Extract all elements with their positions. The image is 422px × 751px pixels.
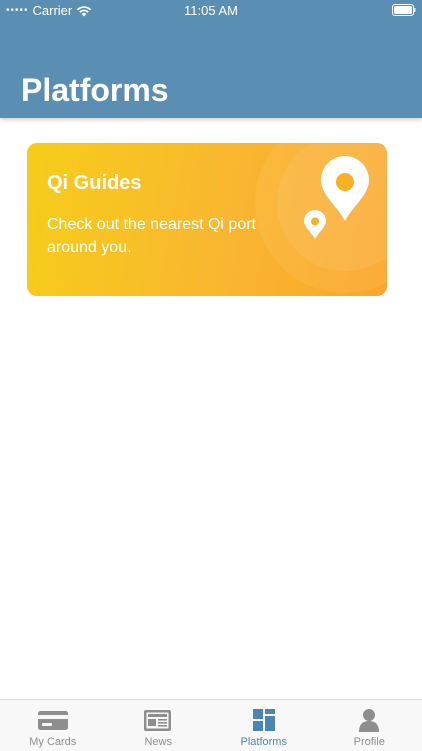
tab-label: Profile: [317, 736, 422, 748]
tab-bar: My Cards News Platforms Profile: [0, 699, 422, 751]
tab-label: Platforms: [211, 736, 317, 748]
card-description: Check out the nearest Qi port around you…: [47, 213, 257, 259]
tab-platforms[interactable]: Platforms: [211, 700, 317, 751]
status-time: 11:05 AM: [0, 3, 422, 18]
tab-my-cards[interactable]: My Cards: [0, 700, 106, 751]
battery-icon: [392, 4, 416, 16]
status-bar: ••••• Carrier 11:05 AM: [0, 0, 422, 22]
card-title: Qi Guides: [47, 171, 141, 195]
grid-icon: [249, 707, 279, 733]
qi-guides-card[interactable]: Qi Guides Check out the nearest Qi port …: [27, 143, 387, 296]
page-title: Platforms: [21, 70, 169, 110]
tab-label: News: [106, 736, 212, 748]
tab-news[interactable]: News: [106, 700, 212, 751]
card-icon: [38, 707, 68, 733]
person-icon: [354, 707, 384, 733]
tab-profile[interactable]: Profile: [317, 700, 422, 751]
tab-label: My Cards: [0, 736, 106, 748]
navigation-header: ••••• Carrier 11:05 AM Platforms: [0, 0, 422, 118]
newspaper-icon: [143, 707, 173, 733]
